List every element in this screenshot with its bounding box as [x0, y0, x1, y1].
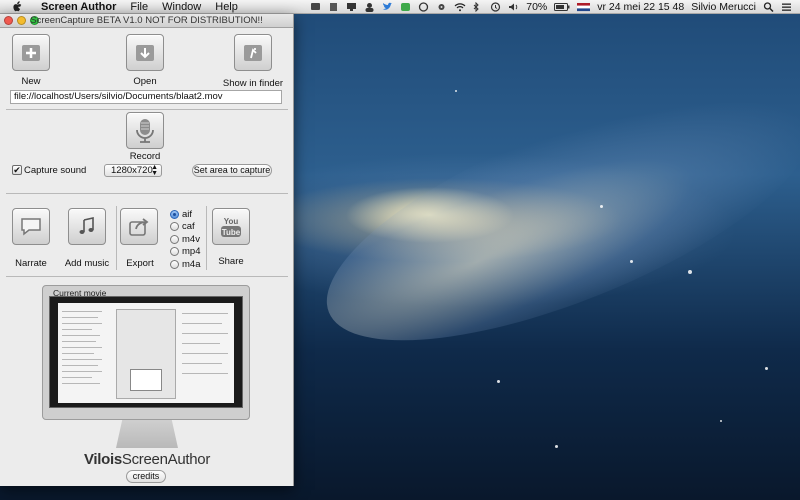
spotlight-search-icon[interactable] — [763, 1, 774, 12]
twitter-icon[interactable] — [382, 2, 393, 12]
svg-text:You: You — [224, 217, 239, 226]
resolution-select[interactable]: 1280x720 ▲ ▼ — [104, 164, 162, 177]
language-flag-icon[interactable] — [577, 2, 591, 12]
format-option-caf[interactable]: caf — [170, 221, 195, 232]
menu-extras: 70% vr 24 mei 22 15 48 Silvio Merucci — [310, 1, 800, 13]
show-in-finder-button[interactable] — [234, 34, 272, 71]
svg-text:Tube: Tube — [222, 228, 241, 237]
brand-name-rest: ScreenAuthor — [121, 451, 211, 468]
share-label: Share — [218, 256, 244, 267]
file-path-field[interactable]: file://localhost/Users/silvio/Documents/… — [10, 90, 282, 104]
notification-center-icon[interactable] — [781, 2, 792, 12]
music-note-icon — [79, 216, 94, 234]
format-radio-m4a[interactable] — [170, 260, 179, 269]
export-button[interactable] — [120, 208, 158, 245]
apple-menu-icon[interactable] — [10, 0, 24, 14]
capture-sound-checkbox[interactable]: ✔ — [12, 165, 22, 175]
window-titlebar[interactable]: ScreenCapture BETA V1.0 NOT FOR DISTRIBU… — [0, 14, 293, 28]
movie-preview-thumbnail — [58, 303, 234, 403]
bluetooth-icon[interactable] — [472, 1, 483, 12]
show-in-finder-label: Show in finder — [222, 78, 284, 89]
share-youtube-button[interactable]: You Tube — [212, 208, 250, 245]
battery-icon[interactable] — [554, 2, 570, 12]
action-separator — [206, 206, 207, 270]
menu-app-name[interactable]: Screen Author — [34, 0, 123, 14]
export-label: Export — [126, 258, 154, 269]
sync-icon[interactable] — [418, 1, 429, 12]
capture-sound-label: Capture sound — [24, 165, 87, 176]
speech-bubble-icon — [21, 217, 41, 236]
brand-name-bold: Vilois — [83, 451, 122, 468]
add-music-label: Add music — [64, 258, 110, 269]
format-label-m4a: m4a — [182, 259, 201, 270]
add-music-button[interactable] — [68, 208, 106, 245]
menu-window[interactable]: Window — [155, 0, 208, 14]
menu-clock[interactable]: vr 24 mei 22 15 48 — [597, 1, 684, 13]
settings-icon[interactable] — [436, 2, 447, 12]
youtube-icon: You Tube — [221, 217, 241, 237]
resolution-value: 1280x720 — [111, 165, 153, 176]
format-radio-caf[interactable] — [170, 222, 179, 231]
movie-preview-screen[interactable] — [49, 296, 243, 408]
movie-preview-monitor: Current movie — [42, 285, 250, 420]
new-label: New — [21, 76, 41, 87]
format-label-caf: caf — [182, 221, 195, 232]
format-radio-mp4[interactable] — [170, 247, 179, 256]
app-window: ScreenCapture BETA V1.0 NOT FOR DISTRIBU… — [0, 14, 294, 486]
new-button[interactable] — [12, 34, 50, 71]
share-arrow-icon — [129, 217, 149, 236]
format-label-aif: aif — [182, 209, 193, 220]
format-option-m4v[interactable]: m4v — [170, 234, 200, 245]
volume-icon[interactable] — [508, 2, 519, 12]
finder-icon — [244, 44, 262, 61]
format-option-aif[interactable]: aif — [170, 209, 192, 220]
credits-button[interactable]: credits — [126, 470, 166, 483]
narrate-label: Narrate — [15, 258, 47, 269]
format-label-m4v: m4v — [182, 234, 200, 245]
format-radio-m4v[interactable] — [170, 235, 179, 244]
set-area-button[interactable]: Set area to capture — [192, 164, 272, 177]
section-divider — [6, 109, 288, 110]
format-option-mp4[interactable]: mp4 — [170, 246, 200, 257]
galaxy-image — [297, 38, 800, 392]
message-icon[interactable] — [310, 2, 321, 12]
display-icon[interactable] — [346, 2, 357, 12]
format-radio-aif[interactable] — [170, 210, 179, 219]
action-separator — [116, 206, 117, 270]
select-arrows-icon: ▲ ▼ — [151, 164, 158, 177]
menu-bar: Screen Author File Window Help 70% vr 24… — [0, 0, 800, 14]
plus-icon — [22, 44, 40, 61]
record-button[interactable] — [126, 112, 164, 149]
screen: Screen Author File Window Help 70% vr 24… — [0, 0, 800, 500]
open-button[interactable] — [126, 34, 164, 71]
script-icon[interactable] — [328, 2, 339, 12]
microphone-icon — [136, 118, 154, 143]
format-option-m4a[interactable]: m4a — [170, 259, 200, 270]
open-arrow-icon — [136, 44, 154, 61]
brand-logo: ViloisScreenAuthor — [0, 451, 294, 468]
evernote-icon[interactable] — [400, 2, 411, 12]
battery-percent[interactable]: 70% — [526, 1, 547, 13]
menu-user-name[interactable]: Silvio Merucci — [691, 1, 756, 13]
wifi-icon[interactable] — [454, 2, 466, 12]
time-machine-icon[interactable] — [490, 1, 501, 12]
window-title: ScreenCapture BETA V1.0 NOT FOR DISTRIBU… — [30, 15, 263, 26]
narrate-button[interactable] — [12, 208, 50, 245]
menu-file[interactable]: File — [123, 0, 155, 14]
section-divider — [6, 276, 288, 277]
user-icon[interactable] — [364, 2, 375, 12]
section-divider — [6, 193, 288, 194]
format-label-mp4: mp4 — [182, 246, 201, 257]
open-label: Open — [133, 76, 157, 87]
menu-help[interactable]: Help — [208, 0, 245, 14]
monitor-stand — [116, 420, 178, 448]
record-label: Record — [129, 151, 161, 162]
